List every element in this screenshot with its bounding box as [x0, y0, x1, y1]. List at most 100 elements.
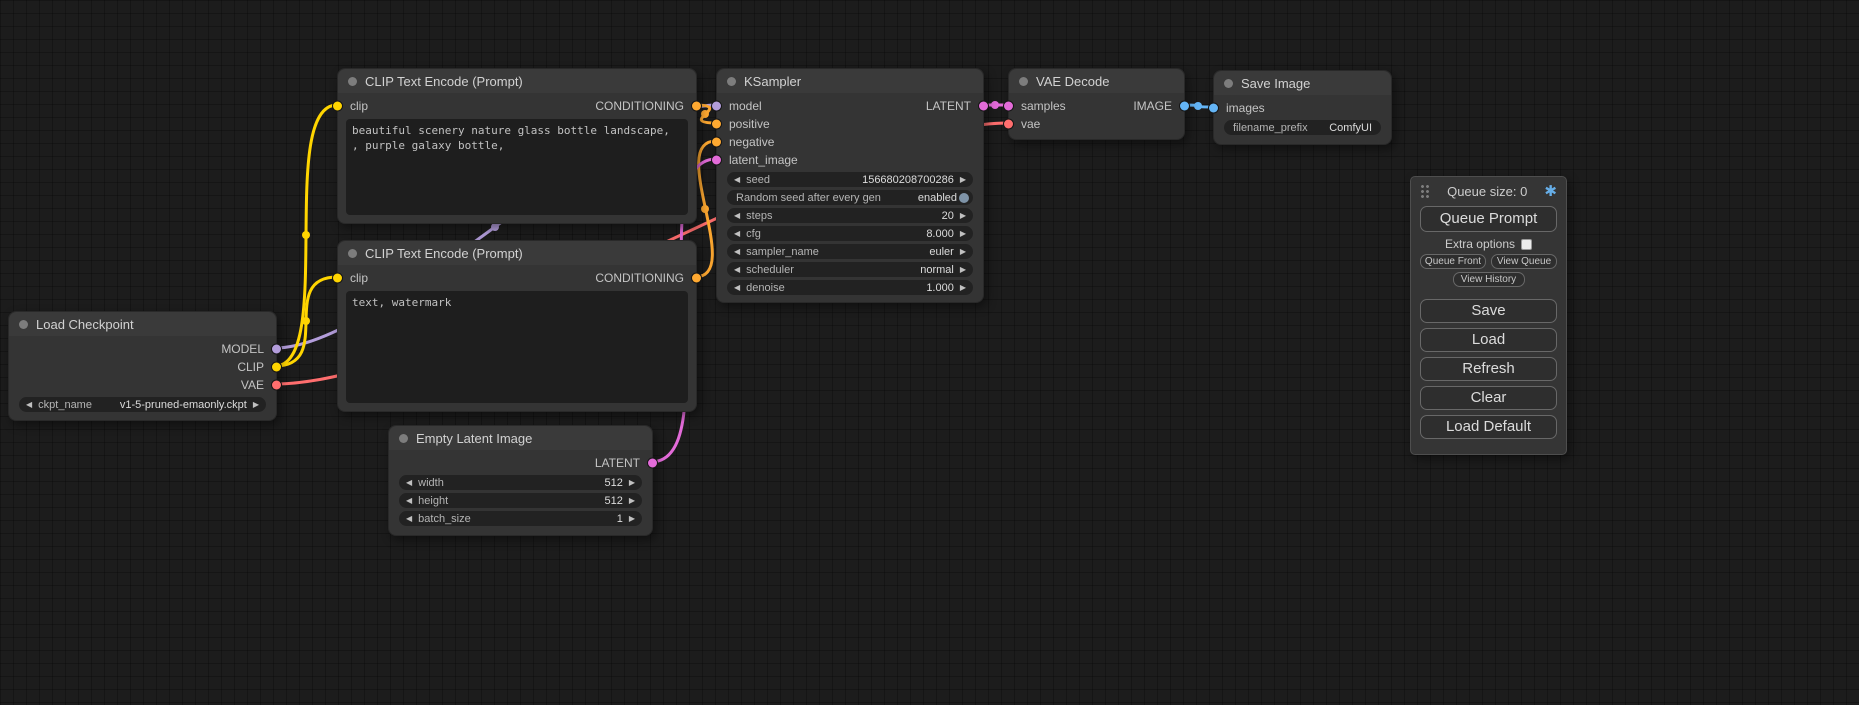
- increment-arrow-icon[interactable]: ▶: [960, 230, 966, 238]
- node-title: CLIP Text Encode (Prompt): [365, 246, 523, 261]
- decrement-arrow-icon[interactable]: ◀: [734, 176, 740, 184]
- node-titlebar[interactable]: CLIP Text Encode (Prompt): [338, 69, 696, 93]
- node-empty-latent-image[interactable]: Empty Latent Image LATENT ◀ width 512 ▶ …: [388, 425, 653, 536]
- increment-arrow-icon[interactable]: ▶: [629, 479, 635, 487]
- increment-arrow-icon[interactable]: ▶: [629, 497, 635, 505]
- decrement-arrow-icon[interactable]: ◀: [406, 479, 412, 487]
- node-titlebar[interactable]: KSampler: [717, 69, 983, 93]
- clip-input-port[interactable]: [333, 274, 342, 283]
- images-input-port[interactable]: [1209, 104, 1218, 113]
- node-clip-text-encode-positive[interactable]: CLIP Text Encode (Prompt) clip CONDITION…: [337, 68, 697, 224]
- queue-front-button[interactable]: Queue Front: [1420, 254, 1486, 269]
- node-titlebar[interactable]: Save Image: [1214, 71, 1391, 95]
- collapse-dot[interactable]: [348, 77, 357, 86]
- width-widget[interactable]: ◀ width 512 ▶: [399, 475, 642, 490]
- decrement-arrow-icon[interactable]: ◀: [406, 497, 412, 505]
- input-slot-latent-image: latent_image: [717, 151, 983, 169]
- batch-size-widget[interactable]: ◀ batch_size 1 ▶: [399, 511, 642, 526]
- cfg-widget[interactable]: ◀ cfg 8.000 ▶: [727, 226, 973, 241]
- decrement-arrow-icon[interactable]: ◀: [26, 401, 32, 409]
- extra-options-checkbox[interactable]: [1521, 239, 1532, 250]
- image-output-port[interactable]: [1180, 102, 1189, 111]
- clip-output-port[interactable]: [272, 363, 281, 372]
- node-clip-text-encode-negative[interactable]: CLIP Text Encode (Prompt) clip CONDITION…: [337, 240, 697, 412]
- input-slot-images: images: [1214, 99, 1391, 117]
- increment-arrow-icon[interactable]: ▶: [629, 515, 635, 523]
- collapse-dot[interactable]: [1224, 79, 1233, 88]
- conditioning-output-port[interactable]: [692, 102, 701, 111]
- conditioning-output-port[interactable]: [692, 274, 701, 283]
- negative-input-port[interactable]: [712, 138, 721, 147]
- decrement-arrow-icon[interactable]: ◀: [734, 212, 740, 220]
- input-slot-negative: negative: [717, 133, 983, 151]
- queue-prompt-button[interactable]: Queue Prompt: [1420, 206, 1557, 232]
- scheduler-widget[interactable]: ◀ scheduler normal ▶: [727, 262, 973, 277]
- toggle-knob[interactable]: [959, 193, 969, 203]
- node-titlebar[interactable]: VAE Decode: [1009, 69, 1184, 93]
- latent-output-port[interactable]: [648, 459, 657, 468]
- increment-arrow-icon[interactable]: ▶: [960, 248, 966, 256]
- collapse-dot[interactable]: [348, 249, 357, 258]
- load-button[interactable]: Load: [1420, 328, 1557, 352]
- samples-input-port[interactable]: [1004, 102, 1013, 111]
- node-vae-decode[interactable]: VAE Decode samples IMAGE vae: [1008, 68, 1185, 140]
- node-title: Save Image: [1241, 76, 1310, 91]
- view-history-button[interactable]: View History: [1453, 272, 1525, 287]
- decrement-arrow-icon[interactable]: ◀: [734, 248, 740, 256]
- positive-input-port[interactable]: [712, 120, 721, 129]
- save-button[interactable]: Save: [1420, 299, 1557, 323]
- latent-output-port[interactable]: [979, 102, 988, 111]
- load-default-button[interactable]: Load Default: [1420, 415, 1557, 439]
- node-title: CLIP Text Encode (Prompt): [365, 74, 523, 89]
- decrement-arrow-icon[interactable]: ◀: [734, 230, 740, 238]
- model-output-port[interactable]: [272, 345, 281, 354]
- steps-widget[interactable]: ◀ steps 20 ▶: [727, 208, 973, 223]
- node-titlebar[interactable]: Load Checkpoint: [9, 312, 276, 336]
- node-titlebar[interactable]: Empty Latent Image: [389, 426, 652, 450]
- random-seed-toggle-widget[interactable]: Random seed after every gen enabled: [727, 190, 973, 205]
- refresh-button[interactable]: Refresh: [1420, 357, 1557, 381]
- node-save-image[interactable]: Save Image images filename_prefix ComfyU…: [1213, 70, 1392, 145]
- vae-input-port[interactable]: [1004, 120, 1013, 129]
- drag-handle-icon[interactable]: [1420, 184, 1430, 199]
- view-queue-button[interactable]: View Queue: [1491, 254, 1557, 269]
- collapse-dot[interactable]: [1019, 77, 1028, 86]
- node-title: Empty Latent Image: [416, 431, 532, 446]
- increment-arrow-icon[interactable]: ▶: [960, 284, 966, 292]
- slot-row-samples-image: samples IMAGE: [1009, 97, 1184, 115]
- filename-prefix-widget[interactable]: filename_prefix ComfyUI: [1224, 120, 1381, 135]
- vae-output-port[interactable]: [272, 381, 281, 390]
- sampler-name-widget[interactable]: ◀ sampler_name euler ▶: [727, 244, 973, 259]
- decrement-arrow-icon[interactable]: ◀: [734, 284, 740, 292]
- settings-gear-icon[interactable]: ✱: [1544, 184, 1557, 199]
- slot-row-clip-conditioning: clip CONDITIONING: [338, 97, 696, 115]
- ckpt-name-widget[interactable]: ◀ ckpt_name v1-5-pruned-emaonly.ckpt ▶: [19, 397, 266, 412]
- collapse-dot[interactable]: [19, 320, 28, 329]
- increment-arrow-icon[interactable]: ▶: [253, 401, 259, 409]
- increment-arrow-icon[interactable]: ▶: [960, 266, 966, 274]
- node-title: KSampler: [744, 74, 801, 89]
- model-input-port[interactable]: [712, 102, 721, 111]
- queue-panel: Queue size: 0 ✱ Queue Prompt Extra optio…: [1410, 176, 1567, 455]
- seed-widget[interactable]: ◀ seed 156680208700286 ▶: [727, 172, 973, 187]
- collapse-dot[interactable]: [727, 77, 736, 86]
- slot-row-clip-conditioning: clip CONDITIONING: [338, 269, 696, 287]
- clip-input-port[interactable]: [333, 102, 342, 111]
- denoise-widget[interactable]: ◀ denoise 1.000 ▶: [727, 280, 973, 295]
- latent-image-input-port[interactable]: [712, 156, 721, 165]
- increment-arrow-icon[interactable]: ▶: [960, 212, 966, 220]
- positive-prompt-textarea[interactable]: beautiful scenery nature glass bottle la…: [346, 119, 688, 215]
- node-load-checkpoint[interactable]: Load Checkpoint MODEL CLIP VAE ◀ ckpt_na…: [8, 311, 277, 421]
- decrement-arrow-icon[interactable]: ◀: [406, 515, 412, 523]
- view-history-row: View History: [1420, 272, 1557, 287]
- negative-prompt-textarea[interactable]: text, watermark: [346, 291, 688, 403]
- extra-options-label: Extra options: [1445, 237, 1515, 251]
- height-widget[interactable]: ◀ height 512 ▶: [399, 493, 642, 508]
- collapse-dot[interactable]: [399, 434, 408, 443]
- clear-button[interactable]: Clear: [1420, 386, 1557, 410]
- queue-buttons-row: Queue Front View Queue: [1420, 254, 1557, 269]
- node-titlebar[interactable]: CLIP Text Encode (Prompt): [338, 241, 696, 265]
- decrement-arrow-icon[interactable]: ◀: [734, 266, 740, 274]
- node-ksampler[interactable]: KSampler model LATENT positive negative …: [716, 68, 984, 303]
- increment-arrow-icon[interactable]: ▶: [960, 176, 966, 184]
